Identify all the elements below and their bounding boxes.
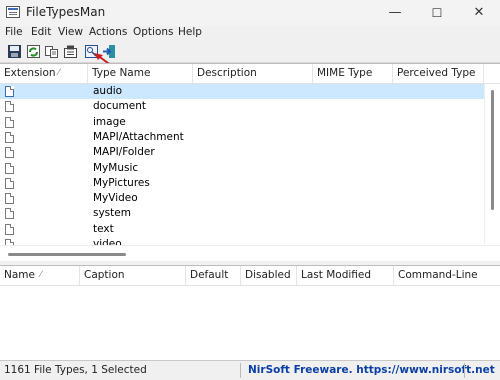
col-last-modified[interactable]: Last Modified <box>297 266 394 285</box>
save-icon[interactable] <box>7 44 22 59</box>
actions-list[interactable]: Name ⁄ Caption Default Disabled Last Mod… <box>0 265 500 361</box>
col-caption[interactable]: Caption <box>80 266 186 285</box>
menu-file[interactable]: File <box>5 26 23 38</box>
menu-bar: File Edit View Actions Options Help <box>0 26 500 41</box>
scroll-thumb[interactable] <box>8 253 126 256</box>
document-icon <box>5 223 14 235</box>
minimize-button[interactable]: — <box>374 0 416 26</box>
table-row[interactable]: system <box>0 206 484 221</box>
col-mime-type[interactable]: MIME Type <box>313 64 393 83</box>
menu-edit[interactable]: Edit <box>31 26 51 38</box>
document-icon <box>5 208 14 220</box>
scroll-thumb[interactable] <box>491 90 494 210</box>
document-icon <box>5 86 14 97</box>
status-count: 1161 File Types, 1 Selected <box>4 364 147 376</box>
table-row[interactable]: document <box>0 99 484 114</box>
menu-view[interactable]: View <box>58 26 83 38</box>
document-icon <box>5 162 14 174</box>
col-command-line[interactable]: Command-Line <box>394 266 500 285</box>
col-name[interactable]: Name ⁄ <box>0 266 80 285</box>
table-row[interactable]: MyPictures <box>0 176 484 191</box>
copy-icon[interactable] <box>44 44 59 59</box>
nirsoft-link[interactable]: NirSoft Freeware. https://www.nirsoft.ne… <box>248 364 495 376</box>
table-row[interactable]: MyVideo <box>0 191 484 206</box>
window-title: FileTypesMan <box>26 5 106 19</box>
maximize-button[interactable]: ☐ <box>416 0 458 26</box>
close-button[interactable]: ✕ <box>458 0 500 26</box>
document-icon <box>5 116 14 128</box>
title-bar: FileTypesMan — ☐ ✕ <box>0 0 500 26</box>
table-row[interactable]: MAPI/Folder <box>0 145 484 160</box>
actions-header: Name ⁄ Caption Default Disabled Last Mod… <box>0 266 500 286</box>
status-divider <box>464 363 465 378</box>
col-default[interactable]: Default <box>186 266 241 285</box>
menu-actions[interactable]: Actions <box>89 26 127 38</box>
document-icon <box>5 101 14 113</box>
col-extension[interactable]: Extension ⁄ <box>0 64 88 83</box>
table-row[interactable]: audio <box>0 84 484 100</box>
document-icon <box>5 177 14 189</box>
menu-options[interactable]: Options <box>133 26 174 38</box>
file-types-header: Extension ⁄ Type Name Description MIME T… <box>0 64 500 84</box>
table-row[interactable]: MAPI/Attachment <box>0 130 484 145</box>
document-icon <box>5 131 14 143</box>
col-type-name[interactable]: Type Name <box>88 64 193 83</box>
table-row[interactable]: video <box>0 237 484 245</box>
app-icon <box>6 6 20 18</box>
menu-help[interactable]: Help <box>178 26 202 38</box>
col-description[interactable]: Description <box>193 64 313 83</box>
status-divider <box>240 363 241 378</box>
sort-arrow-icon: ⁄ <box>40 270 42 280</box>
col-disabled[interactable]: Disabled <box>241 266 297 285</box>
table-row[interactable]: MyMusic <box>0 161 484 176</box>
vertical-scrollbar[interactable] <box>484 84 500 244</box>
horizontal-scrollbar[interactable] <box>0 245 500 261</box>
status-bar: 1161 File Types, 1 Selected NirSoft Free… <box>0 360 500 380</box>
table-row[interactable]: text <box>0 222 484 237</box>
document-icon <box>5 147 14 159</box>
col-perceived-type[interactable]: Perceived Type <box>393 64 484 83</box>
properties-icon[interactable] <box>63 44 78 59</box>
document-icon <box>5 193 14 205</box>
toolbar <box>0 41 500 75</box>
refresh-icon[interactable] <box>26 44 41 59</box>
file-types-list[interactable]: Extension ⁄ Type Name Description MIME T… <box>0 63 500 261</box>
sort-arrow-icon: ⁄ <box>58 68 60 78</box>
table-row[interactable]: image <box>0 115 484 130</box>
